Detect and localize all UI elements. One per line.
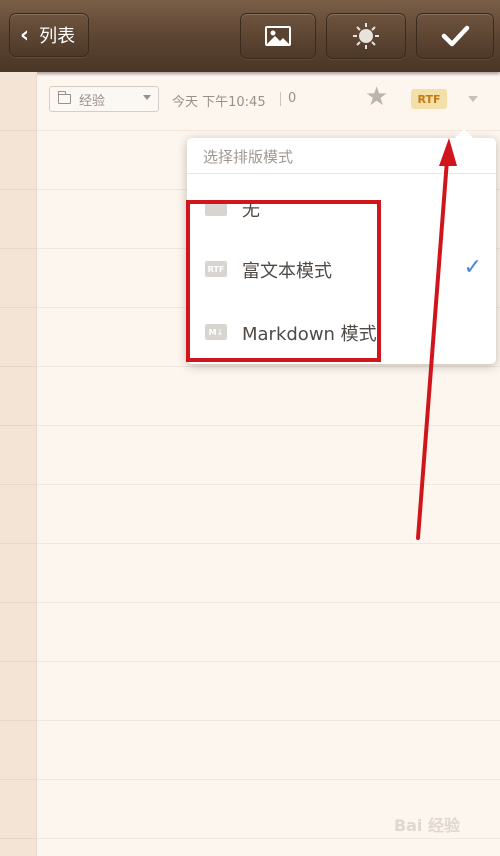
sun-icon <box>353 23 379 49</box>
watermark: Bai 经验 <box>393 816 460 835</box>
back-button[interactable]: ‹ 列表 <box>9 13 89 57</box>
back-button-label: 列表 <box>39 26 76 47</box>
top-toolbar: ‹ 列表 <box>0 0 500 72</box>
format-caret-icon[interactable] <box>468 96 478 102</box>
format-badge[interactable]: RTF <box>411 89 447 109</box>
folder-icon <box>57 91 71 104</box>
folder-name: 经验 <box>79 93 106 109</box>
folder-dropdown[interactable]: 经验 <box>49 86 159 112</box>
checkmark-icon <box>441 25 470 47</box>
popover-title: 选择排版模式 <box>203 148 294 166</box>
meta-divider <box>280 92 281 106</box>
chevron-down-icon <box>143 95 151 100</box>
note-date: 今天 下午10:45 <box>172 95 266 110</box>
save-button[interactable] <box>416 13 494 59</box>
selected-check-icon: ✓ <box>463 255 482 280</box>
chevron-left-icon: ‹ <box>20 22 30 48</box>
word-count: 0 <box>288 91 297 106</box>
star-icon[interactable]: ★ <box>365 84 388 110</box>
popover-divider <box>187 173 496 174</box>
paper-margin <box>0 72 37 856</box>
theme-button[interactable] <box>326 13 406 59</box>
annotation-highlight-box <box>186 200 381 362</box>
image-icon <box>265 26 291 46</box>
insert-image-button[interactable] <box>240 13 316 59</box>
